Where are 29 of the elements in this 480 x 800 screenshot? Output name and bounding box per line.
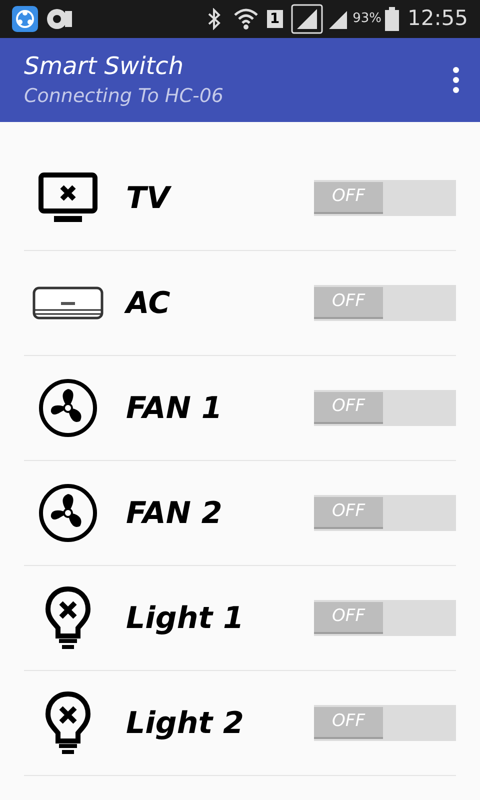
- media-icon: [46, 7, 74, 31]
- toggle-switch[interactable]: OFF: [314, 600, 456, 636]
- bluetooth-icon: [206, 8, 221, 30]
- signal-icon: [290, 4, 323, 34]
- toggle-switch[interactable]: OFF: [314, 495, 456, 531]
- fan-icon: [38, 378, 98, 438]
- fan-icon: [38, 483, 98, 543]
- device-name: FAN 1: [126, 390, 224, 428]
- toggle-switch[interactable]: OFF: [314, 180, 456, 216]
- sim-indicator: 1: [266, 10, 283, 28]
- device-name: TV: [126, 180, 172, 218]
- device-name: Light 1: [126, 600, 245, 638]
- toggle-switch[interactable]: OFF: [314, 705, 456, 741]
- wifi-icon: [232, 7, 259, 31]
- toggle-switch[interactable]: OFF: [314, 390, 456, 426]
- toggle-switch[interactable]: OFF: [314, 285, 456, 321]
- device-name: FAN 2: [126, 494, 224, 532]
- device-name: AC: [126, 284, 172, 322]
- app-title: Smart Switch: [24, 51, 185, 82]
- clock-time: 12:55: [407, 5, 468, 32]
- device-name: Light 2: [126, 704, 245, 742]
- air-conditioner-icon: [32, 286, 104, 320]
- light-bulb-icon: [45, 586, 91, 650]
- battery-percent: 93%: [352, 10, 382, 28]
- share-app-icon: [12, 6, 38, 32]
- light-bulb-icon: [45, 691, 91, 755]
- connection-status: Connecting To HC-06: [24, 85, 224, 109]
- battery-icon: [385, 7, 400, 31]
- monitor-icon: [38, 172, 98, 224]
